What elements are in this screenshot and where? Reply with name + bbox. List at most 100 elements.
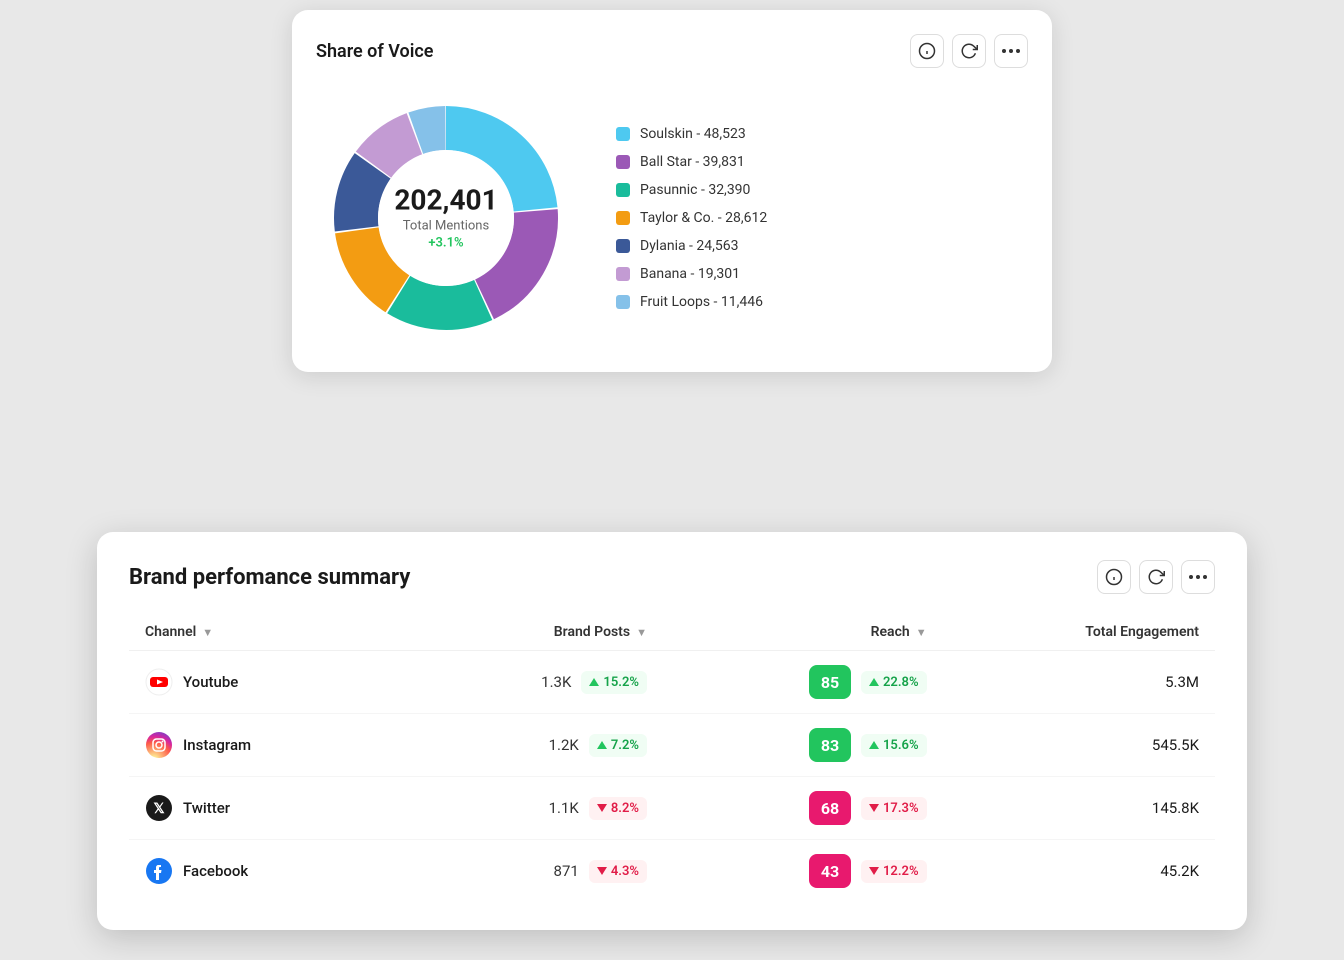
- up-arrow-icon: [869, 678, 879, 686]
- reach-change-badge: 12.2%: [861, 860, 927, 883]
- posts-number: 1.1K: [539, 799, 579, 817]
- bps-actions: [1097, 560, 1215, 594]
- reach-score: 43: [809, 854, 851, 888]
- bps-title: Brand perfomance summary: [129, 565, 410, 590]
- down-arrow-icon: [597, 804, 607, 812]
- legend-label: Fruit Loops - 11,446: [640, 294, 763, 310]
- col-total-engagement: Total Engagement: [943, 614, 1215, 651]
- down-arrow-icon: [869, 804, 879, 812]
- channel-cell: Instagram: [129, 714, 387, 777]
- reach-score: 68: [809, 791, 851, 825]
- bps-refresh-button[interactable]: [1139, 560, 1173, 594]
- channel-name: Facebook: [183, 862, 248, 880]
- legend-item: Fruit Loops - 11,446: [616, 294, 767, 310]
- bps-insight-button[interactable]: [1097, 560, 1131, 594]
- legend-label: Ball Star - 39,831: [640, 154, 745, 170]
- legend-item: Soulskin - 48,523: [616, 126, 767, 142]
- channel-cell: Youtube: [129, 651, 387, 714]
- sov-more-button[interactable]: [994, 34, 1028, 68]
- engagement-cell: 145.8K: [943, 777, 1215, 840]
- reach-cell: 85 22.8%: [663, 651, 943, 714]
- reach-score: 83: [809, 728, 851, 762]
- sov-body: 202,401 Total Mentions +3.1% Soulskin - …: [316, 88, 1028, 348]
- legend-color: [616, 267, 630, 281]
- posts-number: 871: [539, 862, 579, 880]
- legend-item: Ball Star - 39,831: [616, 154, 767, 170]
- legend-color: [616, 211, 630, 225]
- svg-text:𝕏: 𝕏: [153, 800, 165, 816]
- sov-insight-button[interactable]: [910, 34, 944, 68]
- posts-number: 1.3K: [531, 673, 571, 691]
- table-row: Facebook 871 4.3% 43 12.2% 45.2K: [129, 840, 1215, 903]
- reach-filter-icon: ▼: [916, 626, 927, 639]
- legend-color: [616, 295, 630, 309]
- up-arrow-icon: [589, 678, 599, 686]
- donut-chart: 202,401 Total Mentions +3.1%: [316, 88, 576, 348]
- youtube-icon: [145, 668, 173, 696]
- share-of-voice-card: Share of Voice: [292, 10, 1052, 372]
- donut-center: 202,401 Total Mentions +3.1%: [394, 186, 497, 251]
- legend-color: [616, 127, 630, 141]
- up-arrow-icon: [597, 741, 607, 749]
- legend-color: [616, 183, 630, 197]
- reach-change-badge: 15.6%: [861, 734, 927, 757]
- channel-cell: 𝕏 Twitter: [129, 777, 387, 840]
- table-row: 𝕏 Twitter 1.1K 8.2% 68 17.3% 145.8K: [129, 777, 1215, 840]
- donut-total: 202,401: [394, 186, 497, 217]
- sov-header: Share of Voice: [316, 34, 1028, 68]
- brand-posts-cell: 871 4.3%: [387, 840, 663, 903]
- sov-actions: [910, 34, 1028, 68]
- col-reach: Reach ▼: [663, 614, 943, 651]
- legend-label: Soulskin - 48,523: [640, 126, 746, 142]
- legend-item: Taylor & Co. - 28,612: [616, 210, 767, 226]
- col-channel: Channel ▼: [129, 614, 387, 651]
- brand-posts-cell: 1.2K 7.2%: [387, 714, 663, 777]
- sov-refresh-button[interactable]: [952, 34, 986, 68]
- down-arrow-icon: [869, 867, 879, 875]
- legend-item: Pasunnic - 32,390: [616, 182, 767, 198]
- engagement-cell: 545.5K: [943, 714, 1215, 777]
- performance-table: Channel ▼ Brand Posts ▼ Reach ▼: [129, 614, 1215, 902]
- instagram-icon: [145, 731, 173, 759]
- reach-change-badge: 22.8%: [861, 671, 927, 694]
- channel-cell: Facebook: [129, 840, 387, 903]
- donut-label: Total Mentions: [394, 218, 497, 233]
- brand-performance-card: Brand perfomance summary: [97, 532, 1247, 930]
- up-arrow-icon: [869, 741, 879, 749]
- brand-posts-filter-icon: ▼: [636, 626, 647, 639]
- bps-more-button[interactable]: [1181, 560, 1215, 594]
- donut-change: +3.1%: [394, 235, 497, 250]
- down-arrow-icon: [597, 867, 607, 875]
- legend-color: [616, 239, 630, 253]
- posts-change-badge: 15.2%: [581, 671, 647, 694]
- reach-cell: 43 12.2%: [663, 840, 943, 903]
- twitter-icon: 𝕏: [145, 794, 173, 822]
- reach-score: 85: [809, 665, 851, 699]
- reach-cell: 83 15.6%: [663, 714, 943, 777]
- channel-name: Twitter: [183, 799, 230, 817]
- table-row: Youtube 1.3K 15.2% 85 22.8% 5.3M: [129, 651, 1215, 714]
- bps-header: Brand perfomance summary: [129, 560, 1215, 594]
- legend-label: Pasunnic - 32,390: [640, 182, 750, 198]
- reach-cell: 68 17.3%: [663, 777, 943, 840]
- brand-posts-cell: 1.1K 8.2%: [387, 777, 663, 840]
- channel-name: Youtube: [183, 673, 238, 691]
- engagement-cell: 5.3M: [943, 651, 1215, 714]
- reach-change-badge: 17.3%: [861, 797, 927, 820]
- legend-item: Banana - 19,301: [616, 266, 767, 282]
- engagement-cell: 45.2K: [943, 840, 1215, 903]
- table-row: Instagram 1.2K 7.2% 83 15.6% 545.5K: [129, 714, 1215, 777]
- posts-change-badge: 7.2%: [589, 734, 647, 757]
- posts-number: 1.2K: [539, 736, 579, 754]
- legend-label: Dylania - 24,563: [640, 238, 739, 254]
- legend-color: [616, 155, 630, 169]
- facebook-icon: [145, 857, 173, 885]
- legend-label: Taylor & Co. - 28,612: [640, 210, 767, 226]
- brand-posts-cell: 1.3K 15.2%: [387, 651, 663, 714]
- col-brand-posts: Brand Posts ▼: [387, 614, 663, 651]
- table-header-row: Channel ▼ Brand Posts ▼ Reach ▼: [129, 614, 1215, 651]
- legend-item: Dylania - 24,563: [616, 238, 767, 254]
- channel-name: Instagram: [183, 736, 251, 754]
- legend-label: Banana - 19,301: [640, 266, 740, 282]
- channel-filter-icon: ▼: [202, 626, 213, 639]
